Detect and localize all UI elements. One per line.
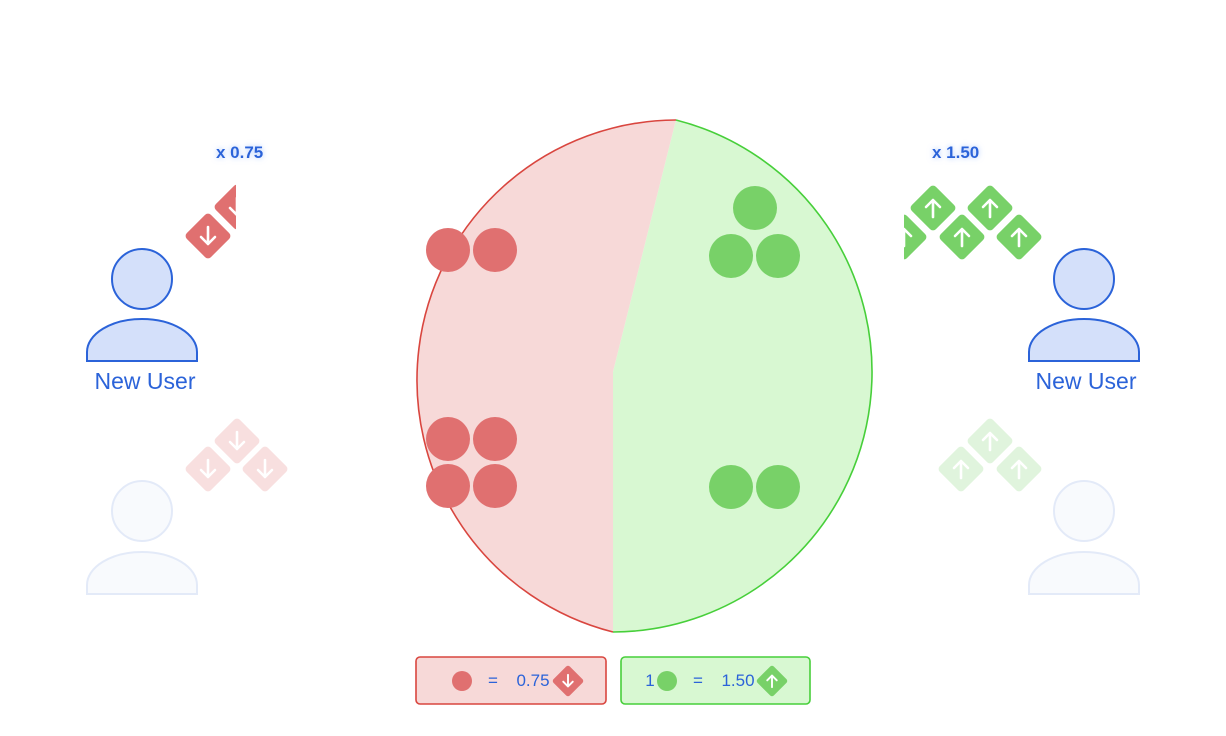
green-dot xyxy=(756,234,800,278)
left-user-label: New User xyxy=(95,368,196,394)
red-dot xyxy=(473,417,517,461)
green-dot xyxy=(756,465,800,509)
arrow-up-diamond-icon xyxy=(907,182,959,234)
pie-chart xyxy=(416,119,873,633)
user-icon xyxy=(1028,248,1140,362)
left-user: x 0.75 New User xyxy=(86,143,263,394)
right-user-label: New User xyxy=(1036,368,1137,394)
user-icon xyxy=(86,248,198,362)
right-multiplier: x 1.50 xyxy=(932,143,979,162)
user-icon-ghost xyxy=(1028,480,1140,595)
arrow-up-diamond-icon xyxy=(904,211,930,263)
arrow-up-diamond-icon xyxy=(993,211,1045,263)
right-user-ghost xyxy=(935,415,1045,495)
legend-green-dot xyxy=(657,671,677,691)
red-dot xyxy=(426,417,470,461)
left-tokens xyxy=(182,181,236,262)
arrow-down-diamond-icon xyxy=(182,210,234,262)
legend-green-equals: = xyxy=(693,671,703,690)
green-dot xyxy=(733,186,777,230)
arrow-down-diamond-icon xyxy=(211,181,236,233)
legend-red-value: 0.75 xyxy=(516,671,549,690)
legend-red-dot xyxy=(452,671,472,691)
left-multiplier: x 0.75 xyxy=(216,143,263,162)
red-dot xyxy=(473,228,517,272)
green-dot xyxy=(709,234,753,278)
legend-red-equals: = xyxy=(488,671,498,690)
legend-green-prefix: 1 xyxy=(645,671,654,690)
left-user-ghost xyxy=(182,415,291,495)
green-dot xyxy=(709,465,753,509)
legend-red: = 0.75 xyxy=(415,656,607,705)
red-dot xyxy=(426,464,470,508)
legend-green: 1 = 1.50 xyxy=(620,656,811,705)
diagram-canvas: x 0.75 New User x 1.50 New User = 0.75 1… xyxy=(86,119,1140,705)
user-icon-ghost xyxy=(86,480,198,595)
red-dot xyxy=(426,228,470,272)
right-tokens xyxy=(904,182,1045,263)
red-dot xyxy=(473,464,517,508)
right-user: x 1.50 New User xyxy=(904,143,1140,394)
legend-green-value: 1.50 xyxy=(721,671,754,690)
